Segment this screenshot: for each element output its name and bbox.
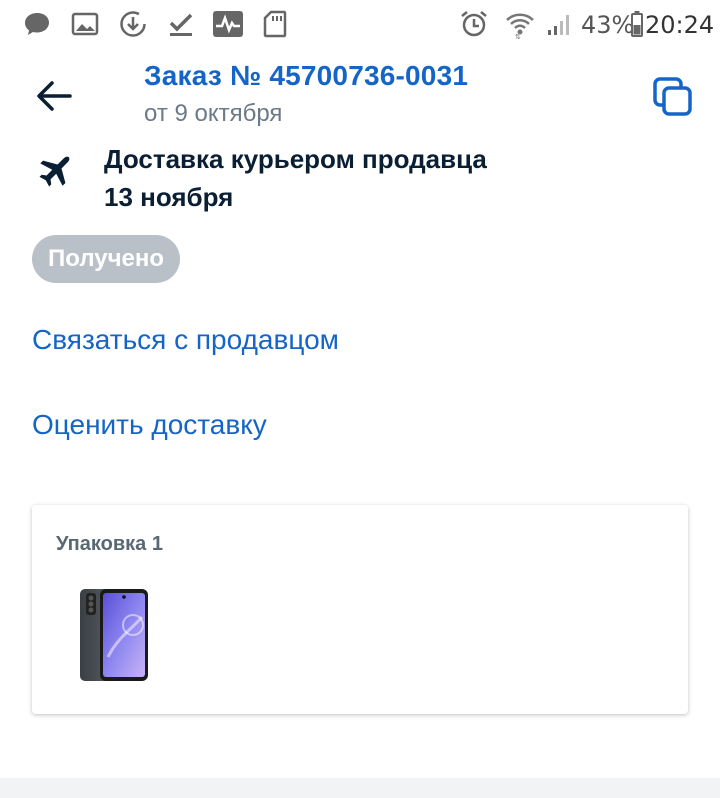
battery-percent: 43% bbox=[581, 11, 635, 39]
delivery-date: 13 ноября bbox=[104, 182, 234, 212]
delivery-method: Доставка курьером продавца bbox=[104, 144, 487, 174]
package-title: Упаковка 1 bbox=[56, 533, 163, 555]
copy-button[interactable] bbox=[648, 72, 696, 120]
order-date: от 9 октября bbox=[144, 100, 283, 127]
battery-icon bbox=[630, 9, 644, 39]
product-thumbnail[interactable] bbox=[78, 587, 150, 683]
wifi-icon: ⇅ bbox=[504, 9, 536, 39]
rate-delivery-link[interactable]: Оценить доставку bbox=[32, 409, 267, 441]
order-title: Заказ № 45700736-0031 bbox=[144, 60, 469, 91]
alarm-icon bbox=[458, 9, 490, 39]
check-icon bbox=[166, 9, 196, 39]
copy-icon bbox=[653, 77, 692, 116]
contact-seller-link[interactable]: Связаться с продавцом bbox=[32, 324, 339, 356]
signal-icon bbox=[546, 9, 574, 39]
clock: 20:24 bbox=[645, 11, 715, 39]
smartphone-image bbox=[80, 589, 148, 681]
airplane-icon bbox=[36, 150, 76, 190]
activity-icon bbox=[212, 9, 244, 39]
sd-card-icon bbox=[262, 9, 288, 39]
package-card: Упаковка 1 bbox=[32, 505, 688, 714]
back-button[interactable] bbox=[28, 72, 80, 120]
svg-text:⇅: ⇅ bbox=[515, 33, 521, 39]
arrow-left-icon bbox=[37, 81, 72, 111]
status-badge: Получено bbox=[32, 235, 181, 283]
status-bar: ⇅ 43% 20:24 bbox=[0, 0, 720, 50]
image-icon bbox=[70, 9, 100, 39]
bottom-divider bbox=[0, 778, 720, 798]
chat-icon bbox=[22, 9, 52, 39]
download-icon bbox=[118, 9, 148, 39]
